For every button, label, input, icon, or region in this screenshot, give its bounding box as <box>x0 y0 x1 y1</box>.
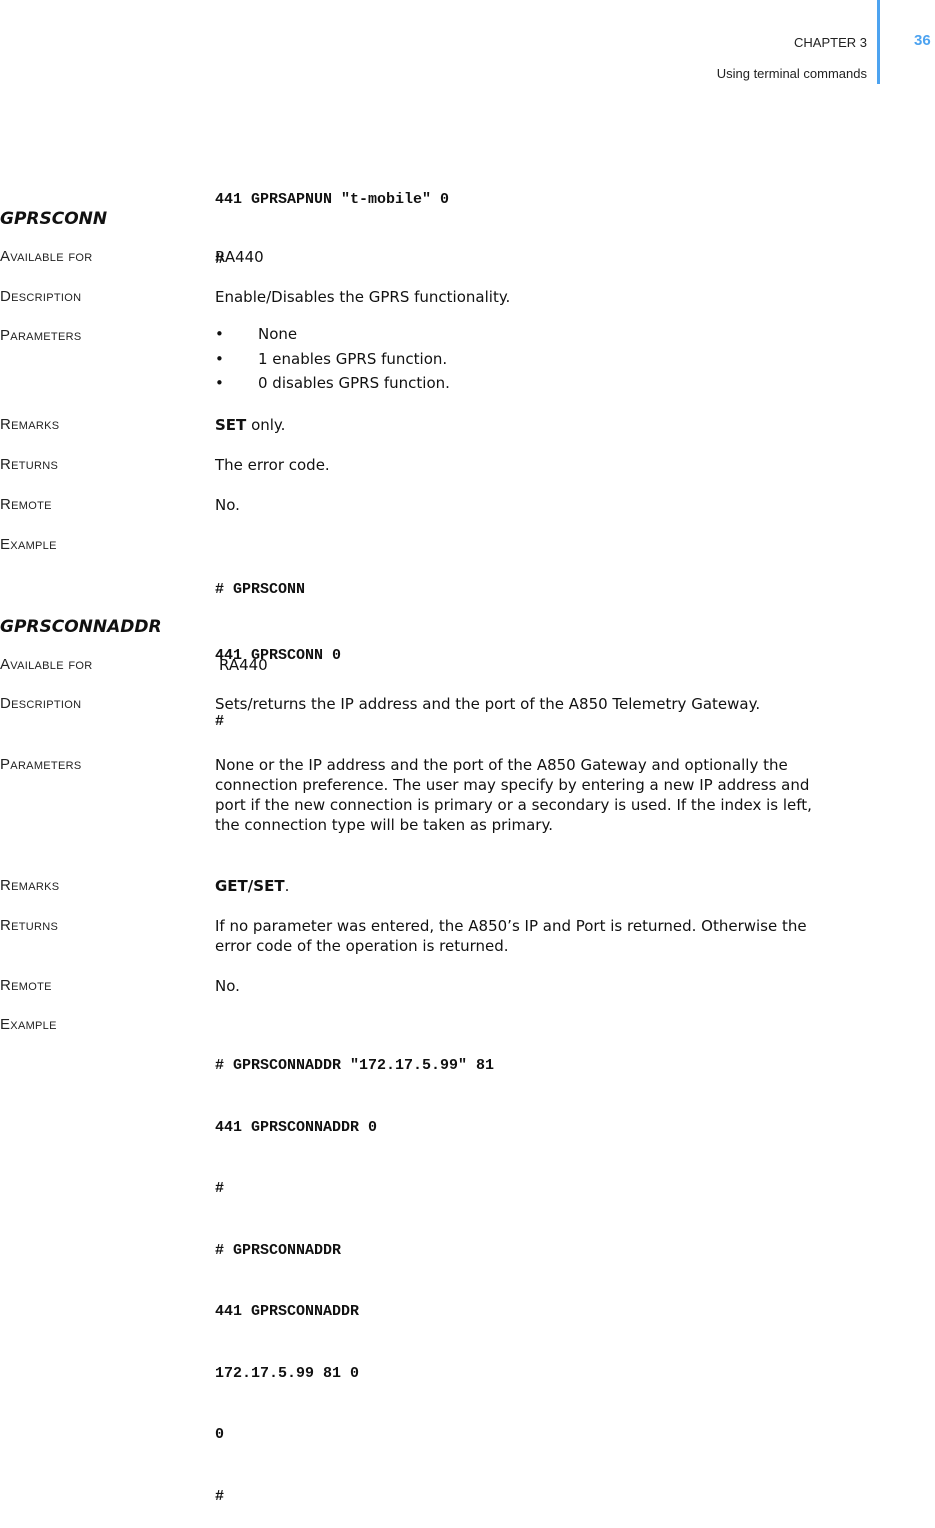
code-line: # <box>215 713 225 730</box>
value-parameters: None or the IP address and the port of t… <box>215 756 812 834</box>
remarks-keyword: SET <box>215 416 247 434</box>
value-remote: No. <box>215 496 240 514</box>
code-line: 0 <box>215 1426 225 1443</box>
label-description: Description <box>0 695 82 712</box>
code-line: 441 GPRSCONNADDR 0 <box>215 1118 378 1136</box>
code-line: # <box>215 1487 225 1505</box>
header-chapter: CHAPTER 3 <box>794 35 867 50</box>
section-title-gprsconnaddr: GPRSCONNADDR <box>0 617 162 637</box>
label-returns: Returns <box>0 456 59 473</box>
parameter-item: 1 enables GPRS function. <box>215 347 450 372</box>
label-returns: Returns <box>0 917 59 934</box>
section-title-gprsconn: GPRSCONN <box>0 209 108 229</box>
parameter-item: 0 disables GPRS function. <box>215 371 450 396</box>
value-remarks: SET only. <box>215 415 835 435</box>
code-line: 172.17.5.99 81 0 <box>215 1364 360 1382</box>
label-remarks: Remarks <box>0 877 60 894</box>
code-line: # GPRSCONNADDR "172.17.5.99" 81 <box>215 1057 495 1074</box>
page-number: 36 <box>914 32 931 49</box>
label-description: Description <box>0 288 82 305</box>
code-line: 441 GPRSCONNADDR <box>215 1303 360 1320</box>
value-remarks: GET/SET. <box>215 876 835 896</box>
label-available-for: Available for <box>0 248 93 265</box>
label-available-for: Available for <box>0 656 93 673</box>
remarks-text: . <box>284 877 290 895</box>
label-example: Example <box>0 1016 57 1033</box>
parameters-list: None 1 enables GPRS function. 0 disables… <box>215 322 450 396</box>
code-line: # <box>215 1180 225 1197</box>
example-code: # GPRSCONN 441 GPRSCONN 0 # <box>215 535 341 755</box>
value-available-for: RA440 <box>215 248 264 266</box>
label-parameters: Parameters <box>0 756 82 773</box>
value-available-for: RA440 <box>219 656 268 674</box>
label-remote: Remote <box>0 977 52 994</box>
code-line: # GPRSCONNADDR <box>215 1241 342 1259</box>
label-remote: Remote <box>0 496 52 513</box>
header-divider <box>877 0 880 84</box>
remarks-text: only. <box>246 416 286 434</box>
value-description: Sets/returns the IP address and the port… <box>215 695 761 713</box>
label-remarks: Remarks <box>0 416 60 433</box>
header-subtitle: Using terminal commands <box>716 66 867 81</box>
label-example: Example <box>0 536 57 553</box>
value-description: Enable/Disables the GPRS functionality. <box>215 288 511 306</box>
example-code: # GPRSCONNADDR "172.17.5.99" 81 441 GPRS… <box>215 1015 494 1528</box>
parameter-item: None <box>215 322 450 347</box>
prev-example-code: 441 GPRSAPNUN "t-mobile" 0 # <box>215 150 449 290</box>
remarks-keyword: GET/SET <box>215 877 285 895</box>
value-returns: The error code. <box>215 456 330 474</box>
value-remote: No. <box>215 977 240 995</box>
label-parameters: Parameters <box>0 327 82 344</box>
code-line: # GPRSCONN <box>215 581 306 598</box>
value-returns: If no parameter was entered, the A850’s … <box>215 917 807 955</box>
code-line: 441 GPRSAPNUN "t-mobile" 0 <box>215 191 450 208</box>
